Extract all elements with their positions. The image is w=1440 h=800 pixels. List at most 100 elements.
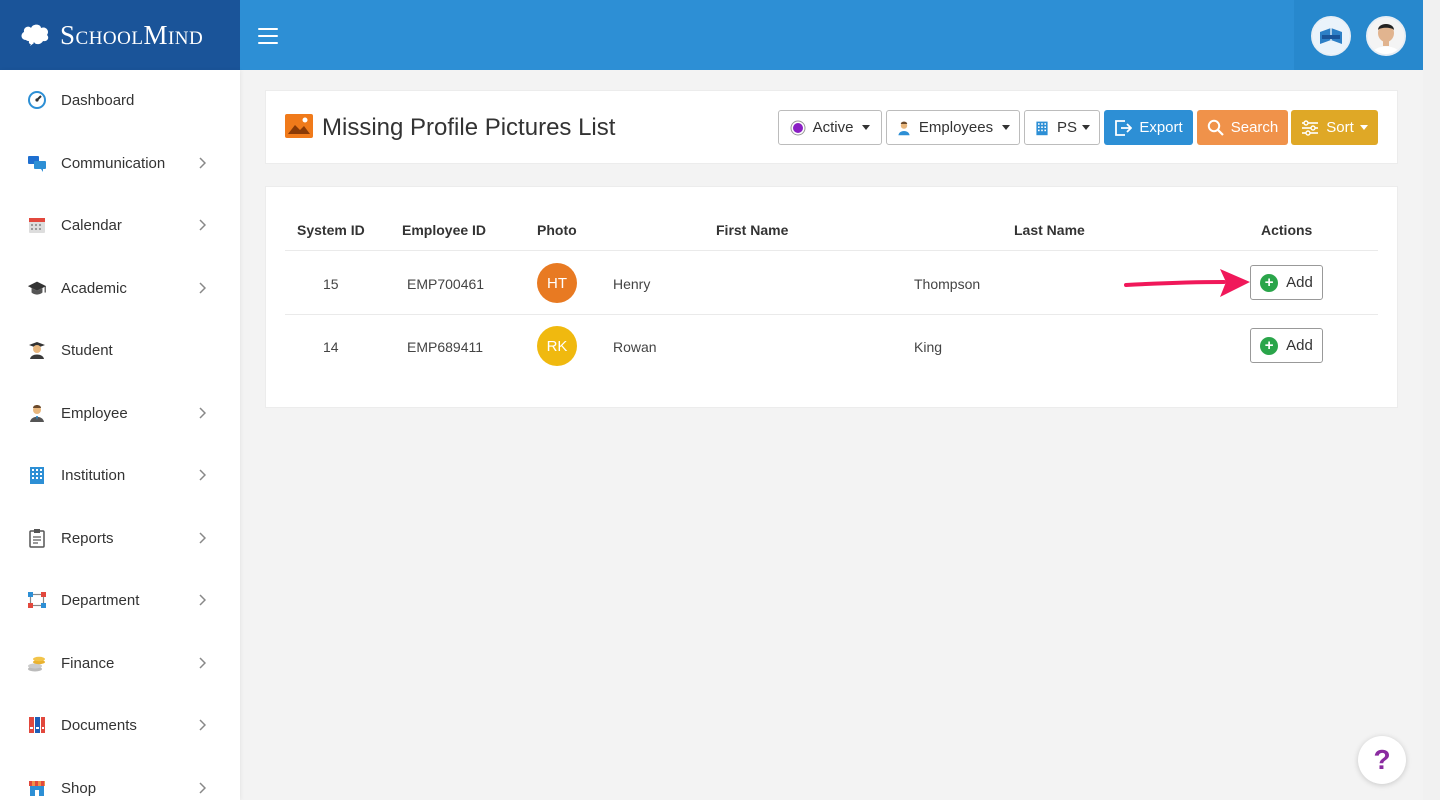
caret-down-icon	[1082, 125, 1090, 130]
table-header-divider	[285, 250, 1378, 251]
avatar: RK	[537, 326, 577, 366]
sidebar-item-label: Finance	[61, 654, 115, 672]
cell-last-name: Thompson	[914, 276, 981, 292]
status-filter-dropdown[interactable]: Active	[778, 110, 882, 145]
add-button-label: Add	[1286, 274, 1313, 291]
column-header-last-name[interactable]: Last Name	[1014, 222, 1085, 238]
chevron-right-icon	[199, 532, 206, 544]
type-filter-label: Employees	[918, 119, 994, 136]
cell-first-name: Rowan	[613, 339, 657, 355]
student-icon	[27, 340, 47, 360]
building-icon	[27, 465, 47, 485]
help-button[interactable]: ?	[1358, 736, 1406, 784]
sidebar-item-shop[interactable]: Shop	[0, 766, 240, 800]
building-icon	[1034, 120, 1050, 136]
school-logo-avatar[interactable]	[1311, 16, 1351, 56]
cell-system-id: 15	[323, 276, 339, 292]
sidebar-item-label: Communication	[61, 154, 166, 172]
sidebar-item-department[interactable]: Department	[0, 578, 240, 622]
type-filter-dropdown[interactable]: Employees	[886, 110, 1020, 145]
page-scrollbar[interactable]	[1423, 0, 1440, 800]
cell-first-name: Henry	[613, 276, 651, 292]
sidebar-item-institution[interactable]: Institution	[0, 453, 240, 497]
school-book-icon	[1313, 18, 1349, 54]
page-title: Missing Profile Pictures List	[322, 114, 616, 141]
column-header-first-name[interactable]: First Name	[716, 222, 788, 238]
user-avatar[interactable]	[1366, 16, 1406, 56]
brand[interactable]: SchoolMind	[0, 0, 240, 70]
export-button[interactable]: Export	[1104, 110, 1193, 145]
chevron-right-icon	[199, 157, 206, 169]
school-filter-dropdown[interactable]: PS	[1024, 110, 1100, 145]
school-filter-label: PS	[1056, 119, 1077, 136]
menu-toggle-icon[interactable]	[258, 28, 278, 44]
caret-down-icon	[862, 125, 871, 130]
sidebar-item-dashboard[interactable]: Dashboard	[0, 78, 240, 122]
brand-name: SchoolMind	[60, 19, 204, 50]
employee-icon	[896, 120, 912, 136]
sidebar-item-calendar[interactable]: Calendar	[0, 203, 240, 247]
clipboard-icon	[27, 528, 47, 548]
export-icon	[1114, 119, 1133, 137]
top-bar	[240, 0, 1423, 70]
sidebar-item-documents[interactable]: Documents	[0, 703, 240, 747]
avatar: HT	[537, 263, 577, 303]
sidebar-item-label: Student	[61, 341, 113, 359]
graduation-cap-icon	[27, 278, 47, 298]
table-row-divider	[285, 314, 1378, 315]
pointer-arrow-icon	[1124, 269, 1250, 297]
caret-down-icon	[1359, 125, 1368, 130]
column-header-system-id[interactable]: System ID	[297, 222, 365, 238]
sidebar-item-label: Documents	[61, 716, 137, 734]
sidebar-item-label: Department	[61, 591, 140, 609]
chevron-right-icon	[199, 782, 206, 794]
plus-circle-icon: +	[1260, 273, 1279, 292]
chevron-right-icon	[199, 407, 206, 419]
export-button-label: Export	[1139, 119, 1183, 136]
chat-icon	[27, 153, 47, 173]
cell-employee-id: EMP700461	[407, 276, 485, 292]
cell-system-id: 14	[323, 339, 339, 355]
sidebar-item-label: Calendar	[61, 216, 122, 234]
sidebar-item-label: Reports	[61, 529, 114, 547]
plus-circle-icon: +	[1260, 336, 1279, 355]
search-icon	[1207, 119, 1224, 136]
add-photo-button[interactable]: + Add	[1250, 328, 1323, 363]
sidebar-item-communication[interactable]: Communication	[0, 141, 240, 185]
chevron-right-icon	[199, 469, 206, 481]
status-filter-label: Active	[812, 119, 854, 136]
chevron-right-icon	[199, 657, 206, 669]
search-button[interactable]: Search	[1197, 110, 1288, 145]
sliders-icon	[1301, 119, 1319, 136]
cell-employee-id: EMP689411	[407, 339, 484, 355]
sidebar-item-label: Employee	[61, 404, 128, 422]
column-header-employee-id[interactable]: Employee ID	[402, 222, 486, 238]
picture-icon	[285, 114, 313, 138]
coins-icon	[27, 653, 47, 673]
sidebar-item-label: Shop	[61, 779, 97, 797]
sidebar-item-label: Dashboard	[61, 91, 135, 109]
sort-dropdown-button[interactable]: Sort	[1291, 110, 1378, 145]
column-header-photo: Photo	[537, 222, 577, 238]
sidebar-item-label: Academic	[61, 279, 127, 297]
chevron-right-icon	[199, 719, 206, 731]
shop-icon	[27, 778, 47, 798]
sort-button-label: Sort	[1326, 119, 1354, 136]
brain-cloud-logo	[21, 24, 49, 46]
add-button-label: Add	[1286, 337, 1313, 354]
binders-icon	[27, 715, 47, 735]
org-chart-icon	[27, 590, 47, 610]
sidebar-item-employee[interactable]: Employee	[0, 391, 240, 435]
status-dot-icon	[790, 120, 806, 136]
sidebar-item-reports[interactable]: Reports	[0, 516, 240, 560]
add-photo-button[interactable]: + Add	[1250, 265, 1323, 300]
user-photo-icon	[1368, 18, 1404, 54]
sidebar-item-academic[interactable]: Academic	[0, 266, 240, 310]
search-button-label: Search	[1230, 119, 1279, 136]
chevron-right-icon	[199, 594, 206, 606]
sidebar-item-student[interactable]: Student	[0, 328, 240, 372]
employee-icon	[27, 403, 47, 423]
cell-last-name: King	[914, 339, 943, 355]
sidebar-item-label: Institution	[61, 466, 126, 484]
sidebar-item-finance[interactable]: Finance	[0, 641, 240, 685]
